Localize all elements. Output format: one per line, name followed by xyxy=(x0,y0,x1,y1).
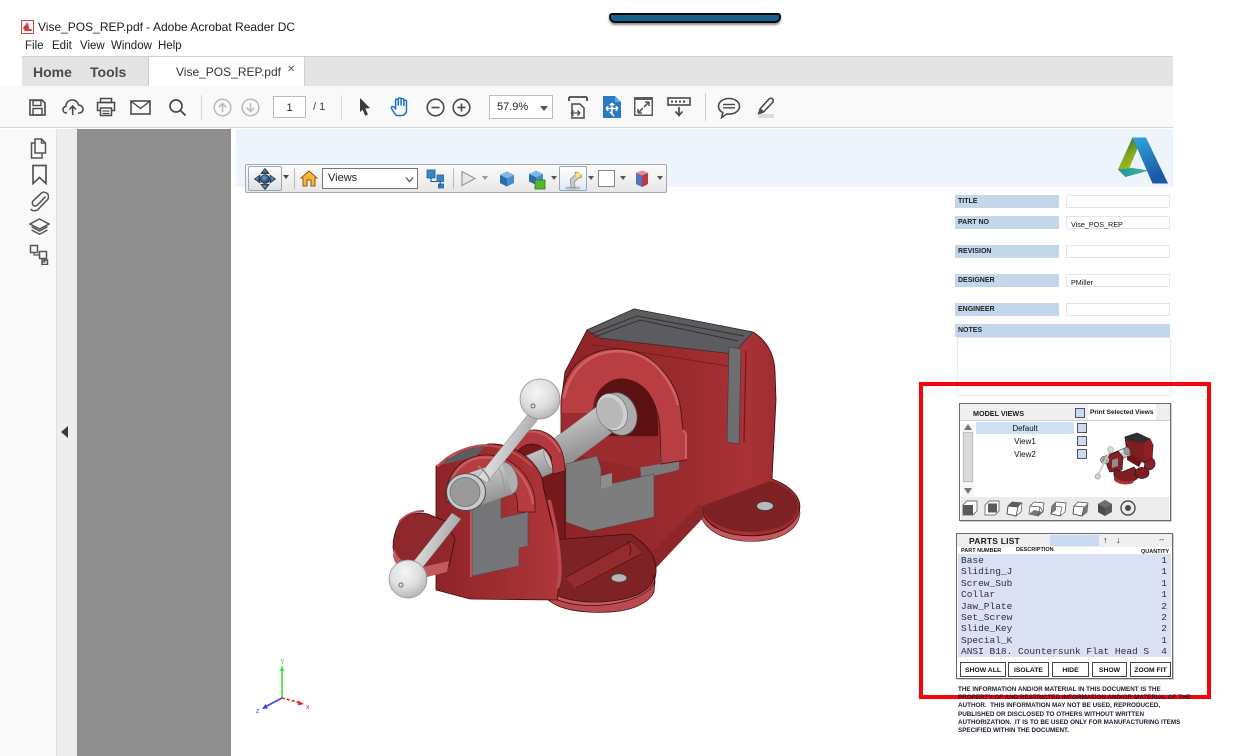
svg-text:x: x xyxy=(306,704,310,711)
svg-text:Y: Y xyxy=(280,659,285,666)
svg-text:z: z xyxy=(256,708,260,715)
